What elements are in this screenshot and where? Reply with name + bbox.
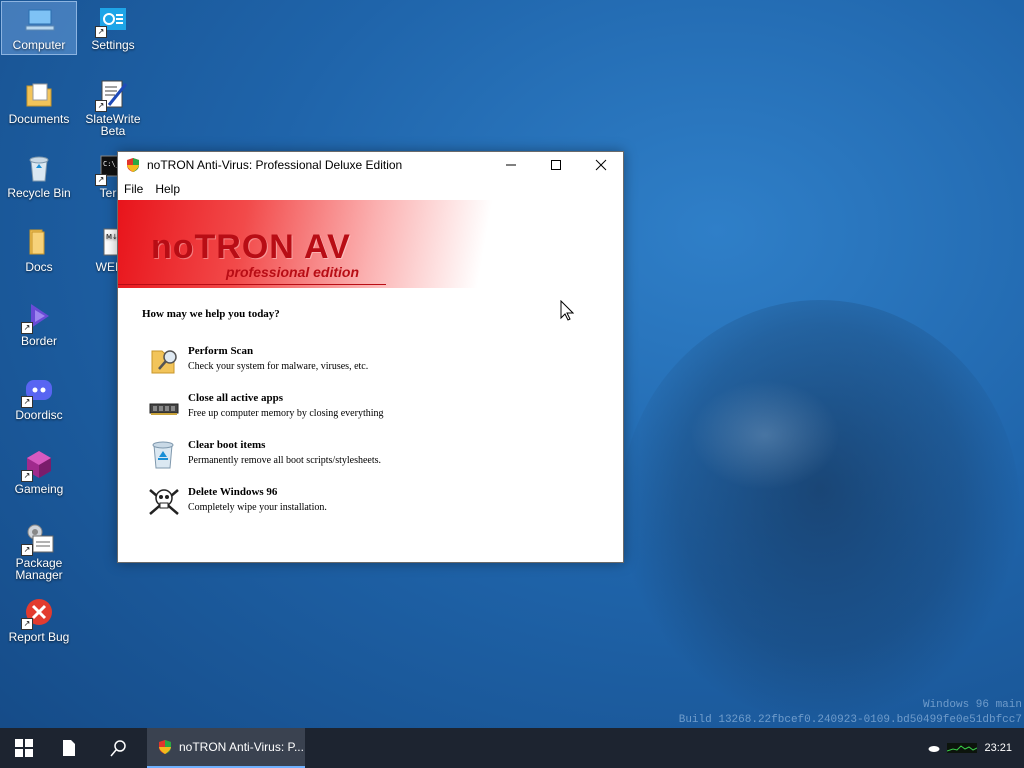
- watermark-line-1: Windows 96 main: [922, 699, 1022, 711]
- desktop-icon-computer[interactable]: Computer: [1, 1, 77, 55]
- document-icon: [63, 740, 75, 756]
- menu-help[interactable]: Help: [149, 182, 186, 196]
- border-icon: ↗: [21, 300, 55, 334]
- maximize-icon: [550, 160, 561, 170]
- computer-icon: [23, 4, 55, 36]
- file-explorer-button[interactable]: [48, 728, 90, 768]
- desktop-icon-documents[interactable]: Documents: [2, 78, 76, 125]
- brand-banner: noTRON AV professional edition: [118, 200, 623, 288]
- weather-tray-icon[interactable]: [926, 728, 942, 768]
- windows-logo-icon: [15, 739, 33, 757]
- package-manager-icon: ↗: [21, 522, 55, 556]
- close-icon: [595, 159, 606, 171]
- action-title: Close all active apps: [188, 392, 284, 404]
- action-title: Delete Windows 96: [188, 486, 278, 498]
- window-title: noTRON Anti-Virus: Professional Deluxe E…: [147, 158, 403, 172]
- taskbar: noTRON Anti-Virus: P... 23:21: [0, 728, 1024, 768]
- action-description: Permanently remove all boot scripts/styl…: [188, 455, 382, 466]
- mouse-cursor-icon: [560, 300, 574, 321]
- folder-icon: [23, 226, 55, 258]
- desktop-icon-settings[interactable]: ↗ Settings: [76, 4, 150, 51]
- cloud-icon: [928, 746, 940, 752]
- recycle-bin-icon: [23, 152, 55, 184]
- desktop-icon-docs[interactable]: Docs: [2, 226, 76, 273]
- skull-icon: [148, 486, 182, 518]
- settings-icon: ↗: [95, 4, 129, 38]
- action-title: Clear boot items: [188, 439, 266, 451]
- doordisc-icon: ↗: [21, 374, 55, 408]
- minimize-icon: [505, 164, 516, 166]
- action-perform-scan[interactable]: Perform Scan Check your system for malwa…: [148, 345, 368, 377]
- brand-underline: [118, 284, 386, 285]
- action-description: Free up computer memory by closing every…: [188, 408, 384, 419]
- scan-folder-icon: [148, 345, 182, 377]
- start-button[interactable]: [0, 728, 48, 768]
- maximize-button[interactable]: [533, 152, 578, 178]
- brand-logo: noTRON AV: [151, 228, 351, 266]
- search-icon: [110, 740, 126, 757]
- action-delete-windows[interactable]: Delete Windows 96 Completely wipe your i…: [148, 486, 327, 518]
- recycle-icon: [148, 439, 182, 471]
- search-button[interactable]: [96, 728, 142, 768]
- window-titlebar[interactable]: noTRON Anti-Virus: Professional Deluxe E…: [118, 152, 623, 178]
- taskbar-item-antivirus[interactable]: noTRON Anti-Virus: P...: [147, 728, 305, 768]
- memory-chip-icon: [148, 392, 182, 424]
- menu-bar: File Help: [118, 178, 623, 200]
- desktop-icon-gameing[interactable]: ↗ Gameing: [2, 448, 76, 495]
- taskbar-clock[interactable]: 23:21: [984, 742, 1012, 754]
- close-button[interactable]: [578, 152, 623, 178]
- documents-icon: [23, 78, 55, 110]
- wallpaper-shadow: [620, 300, 1020, 720]
- watermark-line-2: Build 13268.22fbcef0.240923-0109.bd50499…: [678, 714, 1022, 726]
- action-description: Completely wipe your installation.: [188, 502, 327, 513]
- menu-file[interactable]: File: [118, 182, 149, 196]
- shield-icon: [157, 739, 173, 755]
- network-tray-icon[interactable]: [946, 728, 978, 768]
- minimize-button[interactable]: [488, 152, 533, 178]
- antivirus-window: noTRON Anti-Virus: Professional Deluxe E…: [117, 151, 624, 563]
- gameing-icon: ↗: [21, 448, 55, 482]
- build-watermark: Windows 96 main Build 13268.22fbcef0.240…: [679, 698, 1022, 728]
- action-title: Perform Scan: [188, 345, 254, 357]
- action-close-apps[interactable]: Close all active apps Free up computer m…: [148, 392, 384, 424]
- brand-subtitle: professional edition: [226, 264, 360, 280]
- desktop-icon-package-manager[interactable]: ↗ Package Manager: [2, 522, 76, 581]
- activity-graph-icon: [947, 743, 977, 753]
- help-prompt: How may we help you today?: [142, 308, 280, 320]
- desktop-icon-recycle-bin[interactable]: Recycle Bin: [2, 152, 76, 199]
- desktop-icon-slatewrite[interactable]: ↗ SlateWrite Beta: [76, 78, 150, 137]
- report-bug-icon: ↗: [21, 596, 55, 630]
- desktop-icon-report-bug[interactable]: ↗ Report Bug: [2, 596, 76, 643]
- action-clear-boot-items[interactable]: Clear boot items Permanently remove all …: [148, 439, 381, 471]
- desktop-icon-doordisc[interactable]: ↗ Doordisc: [2, 374, 76, 421]
- action-description: Check your system for malware, viruses, …: [188, 361, 369, 372]
- shield-icon: [125, 157, 141, 173]
- desktop-icon-border[interactable]: ↗ Border: [2, 300, 76, 347]
- wallpaper-highlight: [690, 380, 840, 490]
- slatewrite-icon: ↗: [95, 78, 129, 112]
- taskbar-item-label: noTRON Anti-Virus: P...: [179, 740, 304, 754]
